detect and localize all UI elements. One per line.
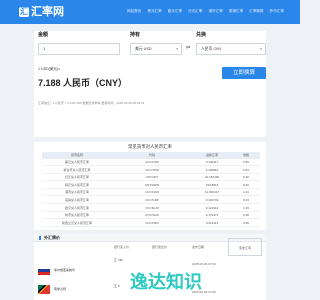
- col-header-code: 代码: [148, 153, 155, 157]
- chevron-down-icon: ▾: [260, 47, 262, 51]
- col-buy: 银行买入价: [114, 245, 130, 249]
- rate-note: 汇率信息：1人民币 = 0.139 USD 数据仅供参考 更新时间：2025-0…: [38, 101, 145, 105]
- cell-code: CNY/EUR: [145, 205, 159, 210]
- table-row[interactable]: 欧元兑人民币汇率 CNY/EUR 0.121914 1.15: [42, 205, 260, 212]
- exchange-currency-select[interactable]: 人民币 CNY ▾: [196, 43, 266, 55]
- cell-change: 4.95: [243, 220, 249, 225]
- cell-name: 美元兑人民币汇率: [64, 160, 89, 164]
- cell-name: 英镑兑人民币汇率: [64, 198, 89, 202]
- cell-change: 0.55: [243, 160, 249, 164]
- cell-code: CNY/JPY: [145, 175, 159, 180]
- cell-code: CNY/USD: [145, 160, 159, 164]
- top-navbar: 汇 汇率网 网站首页 美元汇率 欧元汇率 日元汇率 港币汇率 英镑汇率 汇率换算…: [0, 0, 300, 24]
- cell-name: 新西兰元兑人民币汇率: [61, 220, 92, 225]
- foreign-item-date: 2025-06-09 07:59: [192, 262, 216, 266]
- bank-logo: 南非汇率: [228, 238, 262, 256]
- main-nav: 网站首页 美元汇率 欧元汇率 日元汇率 港币汇率 英镑汇率 汇率换算 外币汇率: [127, 7, 284, 15]
- cell-name: 日元兑人民币汇率: [64, 175, 89, 180]
- exchange-currency-value: 人民币 CNY: [201, 47, 222, 51]
- cell-change: 1.21: [243, 190, 249, 195]
- watermark-text: 逸达知识: [130, 272, 202, 293]
- foreign-item-buy: 汇 732: [114, 258, 123, 262]
- nav-item-convert[interactable]: 汇率换算: [249, 7, 263, 15]
- col-sell: 银行卖出价: [152, 245, 168, 249]
- foreign-item-name[interactable]: 塞尔维亚第纳尔: [54, 268, 75, 272]
- table-row[interactable]: 新西兰元兑人民币汇率 CNY/NZD 0.216113 4.95: [42, 220, 260, 227]
- cell-name: 新台币兑人民币汇率: [63, 167, 91, 172]
- col-header-change: 涨幅: [242, 153, 249, 157]
- cell-code: CNY/KRW: [144, 182, 160, 187]
- cell-rate: 190.8916: [205, 182, 219, 187]
- cell-change: 0.30: [243, 175, 249, 180]
- col-header-name: 货币名称: [70, 153, 83, 157]
- convert-button[interactable]: 立即换算: [222, 67, 266, 79]
- hold-currency-select[interactable]: 美元 USD ▾: [130, 43, 182, 55]
- rates-table-card: 常见货币对人民币汇率 货币名称 代码 最新汇率 涨幅 美元兑人民币汇率 CNY/U…: [34, 142, 266, 230]
- amount-input[interactable]: 1: [38, 43, 120, 55]
- table-row[interactable]: 韩元兑人民币汇率 CNY/KRW 190.8916 0.52: [42, 182, 260, 189]
- table-row[interactable]: 港币兑人民币汇率 CNY/HKD 11.000417 1.21: [42, 189, 260, 197]
- cell-change: 0.23: [243, 198, 249, 202]
- col-date: 发布日期: [192, 245, 205, 249]
- cell-code: CNY/TWD: [145, 167, 159, 172]
- site-logo[interactable]: 汇 汇率网: [19, 4, 64, 20]
- table-row[interactable]: 英镑兑人民币汇率 CNY/GBP 0.102746 0.23: [42, 197, 260, 204]
- logo-icon: 汇: [19, 7, 29, 17]
- currency-converter: 金额 1 持有 美元 USD ▾ ⇄ 兑换 人民币 CNY ▾ 1 USD(美元…: [34, 31, 266, 137]
- cell-rate: 11.000417: [205, 190, 219, 195]
- cell-name: 欧元兑人民币汇率: [64, 205, 89, 210]
- exchange-label: 兑换: [196, 32, 207, 38]
- cell-code: CNY/GBP: [145, 198, 159, 202]
- cell-change: 0.52: [243, 182, 249, 187]
- cell-rate: 0.139117: [205, 160, 219, 164]
- nav-item-gbp[interactable]: 英镑汇率: [229, 7, 243, 15]
- table-row[interactable]: 美元兑人民币汇率 CNY/USD 0.139117 0.55: [42, 159, 260, 166]
- cell-rate: 4.160861: [205, 167, 219, 172]
- cell-rate: 0.179173: [205, 213, 219, 218]
- hold-currency-value: 美元 USD: [135, 47, 152, 51]
- cell-code: CNY/NZD: [145, 220, 159, 225]
- cell-change: 0.08: [243, 213, 249, 218]
- table-row[interactable]: 新币兑人民币汇率 CNY/SGD 0.179173 0.08: [42, 212, 260, 220]
- nav-item-jpy[interactable]: 日元汇率: [188, 7, 202, 15]
- cell-code: CNY/SGD: [145, 213, 159, 218]
- amount-label: 金额: [38, 32, 49, 38]
- table-row[interactable]: 日元兑人民币汇率 CNY/JPY 20.152439 0.30: [42, 174, 260, 182]
- rate-prefix: 1 USD(美元)=: [38, 67, 61, 71]
- nav-item-hkd[interactable]: 港币汇率: [209, 7, 223, 15]
- nav-item-home[interactable]: 网站首页: [127, 7, 141, 15]
- amount-value: 1: [43, 47, 46, 51]
- serbia-flag-icon: [38, 266, 50, 275]
- nav-item-foreign[interactable]: 外币汇率: [270, 7, 284, 15]
- cell-rate: 0.102746: [205, 198, 219, 202]
- cell-rate: 20.152439: [204, 175, 220, 180]
- south-africa-flag-icon: [38, 285, 50, 294]
- nav-item-eur[interactable]: 欧元汇率: [168, 7, 182, 15]
- foreign-title: 外汇牌价: [44, 235, 60, 240]
- cell-name: 新币兑人民币汇率: [64, 213, 89, 218]
- cell-change: 0.63: [243, 167, 249, 172]
- nav-item-usd[interactable]: 美元汇率: [147, 7, 161, 15]
- swap-icon[interactable]: ⇄: [186, 45, 190, 51]
- cell-rate: 0.121914: [205, 205, 219, 210]
- foreign-item-buy: 汇 5: [114, 284, 120, 288]
- chevron-down-icon: ▾: [176, 47, 178, 51]
- logo-text: 汇率网: [31, 5, 64, 18]
- foreign-item-name[interactable]: 南非兰特: [54, 287, 66, 291]
- cell-name: 港币兑人民币汇率: [64, 190, 89, 195]
- table-row[interactable]: 新台币兑人民币汇率 CNY/TWD 4.160861 0.63: [42, 167, 260, 174]
- cell-code: CNY/HKD: [145, 190, 159, 195]
- cell-rate: 0.216113: [205, 220, 219, 225]
- cell-name: 韩元兑人民币汇率: [64, 182, 89, 187]
- hold-label: 持有: [130, 32, 141, 38]
- table-header: 货币名称 代码 最新汇率 涨幅: [42, 152, 260, 159]
- cell-change: 1.15: [243, 205, 249, 210]
- col-header-rate: 最新汇率: [205, 153, 218, 157]
- section-accent-bar: [39, 236, 41, 240]
- rate-result: 7.188 人民币（CNY）: [38, 78, 128, 88]
- table-title: 常见货币对人民币汇率: [128, 144, 172, 149]
